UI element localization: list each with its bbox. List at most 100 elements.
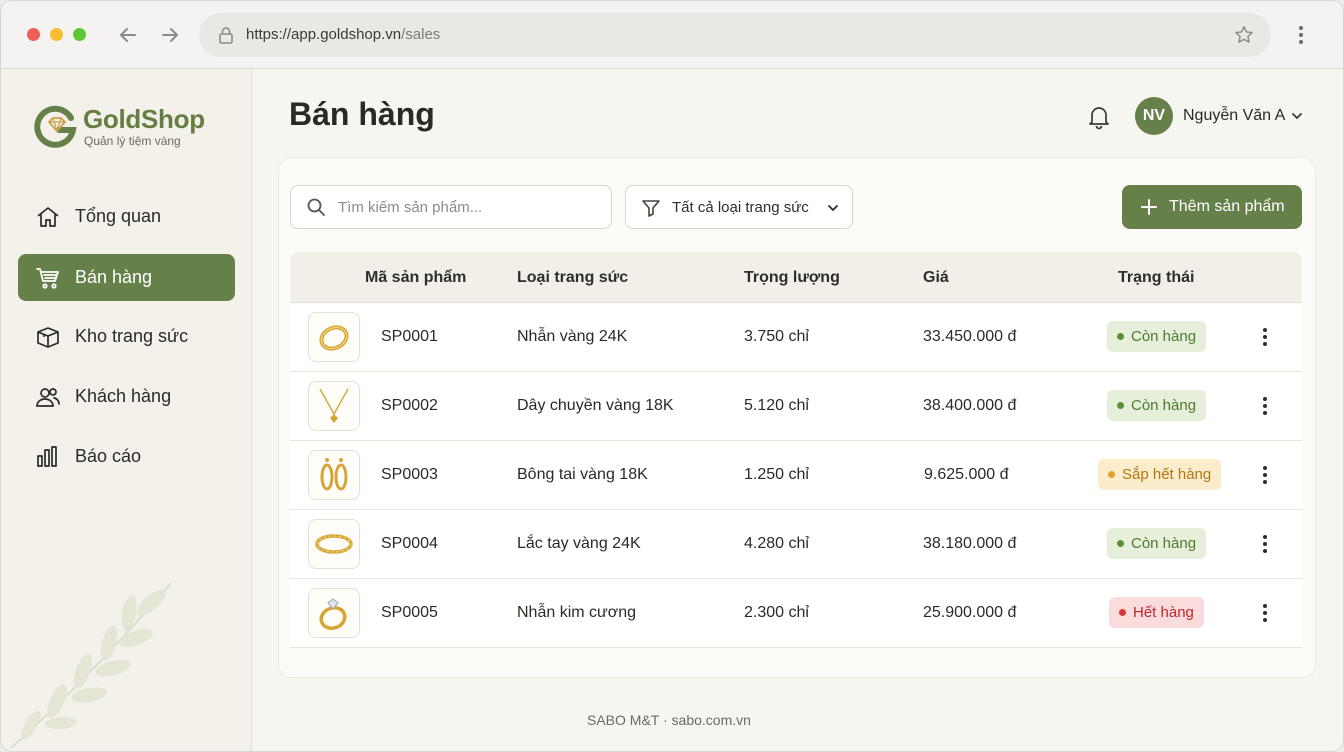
product-weight: 2.300 chỉ xyxy=(744,604,809,621)
page-title: Bán hàng xyxy=(289,96,435,132)
row-menu-icon[interactable] xyxy=(1255,395,1275,417)
chevron-down-icon[interactable] xyxy=(1290,109,1304,123)
search-icon xyxy=(306,197,326,217)
status-badge: Còn hàng xyxy=(1107,390,1207,421)
row-menu-icon[interactable] xyxy=(1255,602,1275,624)
lock-icon xyxy=(217,25,235,45)
status-text: Còn hàng xyxy=(1131,535,1197,552)
url-host: https://app.goldshop.vn xyxy=(246,26,402,43)
sidebar-item-label: Báo cáo xyxy=(75,446,142,466)
product-price: 33.450.000 đ xyxy=(923,328,1017,345)
product-weight: 3.750 chỉ xyxy=(744,328,809,345)
status-dot xyxy=(1117,333,1124,340)
jewelry-type-filter[interactable]: Tất cả loại trang sức xyxy=(625,185,853,229)
status-dot xyxy=(1119,609,1126,616)
sidebar-item-label: Kho trang sức xyxy=(75,326,189,346)
plus-icon xyxy=(1140,198,1158,216)
filter-icon xyxy=(641,198,661,218)
maximize-window-button[interactable] xyxy=(73,28,86,41)
product-code: SP0003 xyxy=(381,466,438,483)
status-badge: Hết hàng xyxy=(1109,597,1204,628)
add-product-button[interactable]: Thêm sản phẩm xyxy=(1122,185,1302,229)
bracelet-icon xyxy=(308,519,360,569)
table-row[interactable]: SP0005 Nhẫn kim cương 2.300 chỉ 25.900.0… xyxy=(290,579,1302,648)
leaf-decoration-icon xyxy=(1,563,191,751)
bar-chart-icon xyxy=(35,444,61,470)
cart-icon xyxy=(35,265,61,291)
product-price: 38.180.000 đ xyxy=(923,535,1017,552)
necklace-icon xyxy=(308,381,360,431)
table-header: Mã sản phẩm Loại trang sức Trọng lượng G… xyxy=(290,252,1302,303)
row-menu-icon[interactable] xyxy=(1255,326,1275,348)
bookmark-star-icon[interactable] xyxy=(1233,24,1255,46)
sidebar-item-customers[interactable]: Khách hàng xyxy=(18,373,235,420)
product-code: SP0005 xyxy=(381,604,438,621)
product-weight: 4.280 chỉ xyxy=(744,535,809,552)
minimize-window-button[interactable] xyxy=(50,28,63,41)
product-type: Lắc tay vàng 24K xyxy=(517,535,641,552)
product-type: Nhẫn kim cương xyxy=(517,604,637,621)
avatar[interactable]: NV xyxy=(1135,97,1173,135)
sidebar: GoldShop Quản lý tiệm vàng Tổng quan Bán… xyxy=(1,69,252,751)
search-input[interactable] xyxy=(338,196,598,218)
status-text: Còn hàng xyxy=(1131,397,1197,414)
product-weight: 1.250 chỉ xyxy=(744,466,809,483)
notification-bell-icon[interactable] xyxy=(1086,104,1112,130)
box-icon xyxy=(35,324,61,350)
row-menu-icon[interactable] xyxy=(1255,464,1275,486)
forward-arrow-icon[interactable] xyxy=(158,23,182,47)
browser-window: https://app.goldshop.vn/sales GoldShop Q… xyxy=(0,0,1344,752)
diamond-ring-icon xyxy=(308,588,360,638)
back-arrow-icon[interactable] xyxy=(116,23,140,47)
ring-icon xyxy=(308,312,360,362)
column-header-code[interactable]: Mã sản phẩm xyxy=(365,269,466,287)
row-menu-icon[interactable] xyxy=(1255,533,1275,555)
table-row[interactable]: SP0002 Dây chuyền vàng 18K 5.120 chỉ 38.… xyxy=(290,372,1302,441)
user-name[interactable]: Nguyễn Văn A xyxy=(1183,107,1285,125)
url-text: https://app.goldshop.vn/sales xyxy=(246,26,440,43)
column-header-weight[interactable]: Trọng lượng xyxy=(744,269,840,287)
sidebar-item-label: Tổng quan xyxy=(75,206,162,226)
sidebar-item-reports[interactable]: Báo cáo xyxy=(18,433,235,480)
sidebar-item-label: Khách hàng xyxy=(75,386,172,406)
sidebar-item-label: Bán hàng xyxy=(75,267,153,287)
add-product-label: Thêm sản phẩm xyxy=(1169,198,1285,215)
goldshop-logo-icon xyxy=(33,104,77,148)
product-type: Bông tai vàng 18K xyxy=(517,466,648,483)
status-badge: Còn hàng xyxy=(1107,321,1207,352)
product-price: 25.900.000 đ xyxy=(923,604,1017,621)
users-icon xyxy=(35,384,61,410)
status-dot xyxy=(1117,540,1124,547)
column-header-type[interactable]: Loại trang sức xyxy=(517,269,628,287)
chevron-down-icon xyxy=(826,201,840,215)
status-badge: Sắp hết hàng xyxy=(1098,459,1222,490)
column-header-status[interactable]: Trạng thái xyxy=(1118,269,1194,287)
status-dot xyxy=(1108,471,1115,478)
status-badge: Còn hàng xyxy=(1107,528,1207,559)
status-text: Còn hàng xyxy=(1131,328,1197,345)
status-text: Sắp hết hàng xyxy=(1122,466,1212,483)
status-text: Hết hàng xyxy=(1133,604,1194,621)
table-row[interactable]: SP0004 Lắc tay vàng 24K 4.280 chỉ 38.180… xyxy=(290,510,1302,579)
sidebar-item-inventory[interactable]: Kho trang sức xyxy=(18,313,235,360)
sidebar-item-overview[interactable]: Tổng quan xyxy=(18,193,235,240)
footer-text: SABO M&T · sabo.com.vn xyxy=(587,712,751,728)
product-type: Dây chuyền vàng 18K xyxy=(517,397,674,414)
product-price: 38.400.000 đ xyxy=(923,397,1017,414)
close-window-button[interactable] xyxy=(27,28,40,41)
filter-label: Tất cả loại trang sức xyxy=(672,199,809,216)
column-header-price[interactable]: Giá xyxy=(923,269,949,287)
status-dot xyxy=(1117,402,1124,409)
table-row[interactable]: SP0001 Nhẫn vàng 24K 3.750 chỉ 33.450.00… xyxy=(290,303,1302,372)
brand-name: GoldShop xyxy=(83,104,205,134)
home-icon xyxy=(35,204,61,230)
product-weight: 5.120 chỉ xyxy=(744,397,809,414)
address-bar[interactable]: https://app.goldshop.vn/sales xyxy=(199,13,1271,57)
sidebar-item-sales[interactable]: Bán hàng xyxy=(18,254,235,301)
product-code: SP0001 xyxy=(381,328,438,345)
brand-subtitle: Quản lý tiệm vàng xyxy=(84,134,181,148)
product-price: 9.625.000 đ xyxy=(924,466,1009,483)
browser-menu-icon[interactable] xyxy=(1291,23,1311,47)
search-box[interactable] xyxy=(290,185,612,229)
table-row[interactable]: SP0003 Bông tai vàng 18K 1.250 chỉ 9.625… xyxy=(290,441,1302,510)
